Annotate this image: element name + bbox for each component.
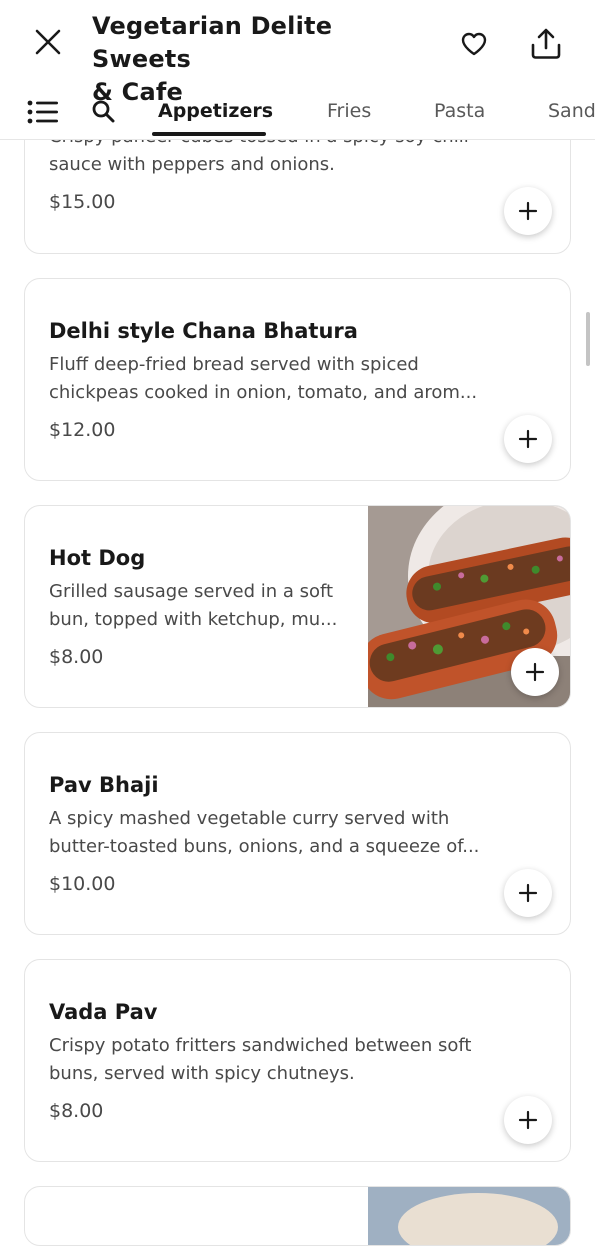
category-list-button[interactable] <box>24 96 62 128</box>
item-price: $8.00 <box>49 646 104 668</box>
share-icon <box>531 28 561 59</box>
item-price: $10.00 <box>49 873 116 895</box>
plus-icon <box>518 429 538 449</box>
heart-icon <box>461 32 487 56</box>
menu-item-card[interactable]: Pav Bhaji A spicy mashed vegetable curry… <box>24 732 571 935</box>
active-tab-indicator <box>152 132 266 136</box>
food-photo <box>368 1187 570 1245</box>
plus-icon <box>518 201 538 221</box>
item-description: Grilled sausage served in a soft bun, to… <box>49 581 338 630</box>
item-name: Vada Pav <box>49 1000 158 1024</box>
favorite-button[interactable] <box>452 22 496 66</box>
item-name: Hot Dog <box>49 546 146 570</box>
menu-item-card[interactable] <box>24 1186 571 1246</box>
plus-icon <box>518 883 538 903</box>
tab-fries[interactable]: Fries <box>327 100 371 122</box>
share-button[interactable] <box>522 20 570 68</box>
add-item-button[interactable] <box>504 869 552 917</box>
search-icon <box>92 100 115 123</box>
close-icon <box>35 29 61 55</box>
item-description: A spicy mashed vegetable curry served wi… <box>49 808 480 857</box>
plus-icon <box>518 1110 538 1130</box>
plus-icon <box>525 662 545 682</box>
menu-scroll-area[interactable]: Crispy paneer cubes tossed in a spicy so… <box>0 0 595 1246</box>
menu-item-card[interactable]: Hot Dog Grilled sausage served in a soft… <box>24 505 571 708</box>
add-item-button[interactable] <box>504 415 552 463</box>
item-name: Pav Bhaji <box>49 773 159 797</box>
add-item-button[interactable] <box>504 187 552 235</box>
add-item-button[interactable] <box>511 648 559 696</box>
add-item-button[interactable] <box>504 1096 552 1144</box>
scrollbar-thumb[interactable] <box>586 312 590 366</box>
store-header: Vegetarian Delite Sweets & Cafe Appetize… <box>0 0 595 140</box>
close-button[interactable] <box>28 22 68 62</box>
category-tabs: Appetizers Fries Pasta Sand <box>0 88 595 140</box>
store-title-line: Vegetarian Delite Sweets <box>92 12 333 73</box>
item-price: $12.00 <box>49 419 116 441</box>
tab-sandwiches[interactable]: Sand <box>548 100 595 122</box>
tab-appetizers[interactable]: Appetizers <box>158 100 273 122</box>
list-icon <box>27 100 58 124</box>
item-description: Fluff deep-fried bread served with spice… <box>49 354 478 403</box>
item-name: Delhi style Chana Bhatura <box>49 319 358 343</box>
menu-item-card[interactable]: Vada Pav Crispy potato fritters sandwich… <box>24 959 571 1162</box>
search-button[interactable] <box>86 94 120 128</box>
item-price: $15.00 <box>49 191 116 213</box>
item-description: Crispy potato fritters sandwiched betwee… <box>49 1035 472 1084</box>
item-price: $8.00 <box>49 1100 104 1122</box>
tab-pasta[interactable]: Pasta <box>434 100 485 122</box>
menu-item-card[interactable]: Delhi style Chana Bhatura Fluff deep-fri… <box>24 278 571 481</box>
